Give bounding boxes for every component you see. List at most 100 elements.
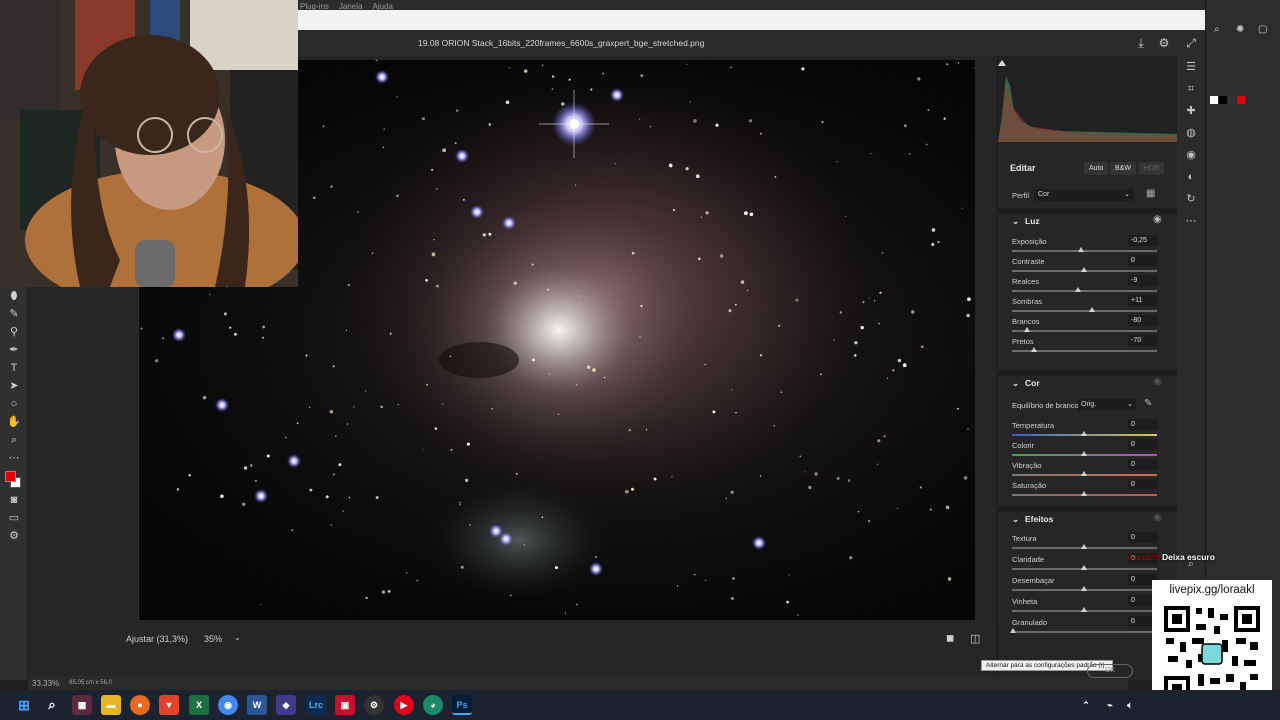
eye-icon[interactable]: ◉ [1153,214,1162,225]
profile-browser-icon[interactable]: ▦ [1146,188,1155,199]
photoshop-icon[interactable]: Ps [452,695,472,715]
word-icon[interactable]: W [247,695,267,715]
brush-tool-icon[interactable]: ✎ [0,305,28,323]
toggle-defaults-icon[interactable]: ◫ [970,632,980,645]
swatch-white[interactable] [1210,96,1218,104]
excel-icon[interactable]: X [189,695,209,715]
slider-thumb[interactable] [1081,491,1087,496]
fullscreen-icon[interactable]: ⤢ [1184,36,1198,50]
masking-icon[interactable]: ◍ [1177,122,1205,144]
workspace-icon[interactable]: ▢ [1258,24,1267,35]
more-tools-icon[interactable]: ⋯ [0,449,28,467]
slider-value-input[interactable]: 0 [1128,419,1158,430]
slider-value-input[interactable]: 0 [1128,479,1158,490]
auto-button[interactable]: Auto [1084,162,1109,175]
app-icon-2[interactable]: ◆ [276,695,296,715]
slider-value-input[interactable]: 0 [1128,459,1158,470]
crop-icon[interactable]: ⌗ [1177,78,1205,100]
zoom-tool-icon[interactable]: ⌕ [0,431,28,449]
lightroom-classic-icon[interactable]: Lrc [306,695,326,715]
slider-track[interactable] [1012,631,1157,633]
app-icon-4[interactable]: ⚙ [364,695,384,715]
volume-icon[interactable]: 🔈︎ [1120,695,1140,715]
light-section-title[interactable]: Luz [1025,216,1040,226]
presets-icon[interactable]: ◐ [1177,166,1205,188]
app-icon-6[interactable]: ◕ [423,695,443,715]
slider-thumb[interactable] [1081,451,1087,456]
bw-button[interactable]: B&W [1110,162,1136,175]
eye-icon[interactable]: ◉ [1153,512,1162,523]
swatch-black[interactable] [1219,96,1227,104]
save-image-icon[interactable]: ⤓ [1134,36,1148,50]
slider-thumb[interactable] [1031,347,1037,352]
slider-thumb[interactable] [1075,287,1081,292]
pen-tool-icon[interactable]: ✒ [0,341,28,359]
color-swatches[interactable] [0,467,28,491]
firefox-icon[interactable]: ● [130,695,150,715]
app-icon[interactable]: ▦ [72,695,92,715]
file-explorer-icon[interactable]: ▬ [101,695,121,715]
hdr-button[interactable]: HDR [1139,162,1165,175]
slider-value-input[interactable]: -80 [1128,315,1158,326]
slider-track[interactable] [1012,310,1157,312]
color-section-toggle[interactable]: ⌄ [1012,378,1019,389]
profile-select[interactable]: Cor ⌄ [1034,189,1134,201]
shadow-clip-icon[interactable] [998,60,1006,66]
eyedropper-icon[interactable]: ✎ [1144,398,1152,409]
ok-button[interactable]: OK [1087,664,1133,678]
slider-value-input[interactable]: -9 [1128,275,1158,286]
effects-section-title[interactable]: Efeitos [1025,514,1053,524]
slider-value-input[interactable]: -70 [1128,335,1158,346]
chevron-down-icon[interactable]: ⌄ [234,633,241,642]
slider-track[interactable] [1012,250,1157,252]
zoom-value[interactable]: 35% [204,634,222,644]
slider-thumb[interactable] [1078,247,1084,252]
slider-value-input[interactable]: 0 [1128,532,1158,543]
red-eye-icon[interactable]: ◉ [1177,144,1205,166]
foreground-color-swatch[interactable] [5,471,16,482]
slider-value-input[interactable]: +11 [1128,295,1158,306]
more-icon[interactable]: ⋯ [1177,210,1205,232]
slider-thumb[interactable] [1081,267,1087,272]
slider-track[interactable] [1012,330,1157,332]
tray-chevron-icon[interactable]: ⌃ [1076,695,1096,715]
hand-tool-icon[interactable]: ✋ [0,413,28,431]
settings-gear-icon[interactable]: ⚙ [1157,36,1171,50]
slider-track[interactable] [1012,290,1157,292]
brave-icon[interactable]: ▼ [159,695,179,715]
slider-thumb[interactable] [1081,471,1087,476]
white-balance-select[interactable]: Orig. ⌄ [1078,399,1136,411]
slider-thumb[interactable] [1081,431,1087,436]
quick-mask-icon[interactable]: ◙ [0,491,28,509]
swatch-gray[interactable] [1228,96,1236,104]
path-select-tool-icon[interactable]: ➤ [0,377,28,395]
slider-thumb[interactable] [1010,628,1016,633]
fit-zoom-label[interactable]: Ajustar (31,3%) [126,634,188,644]
lightbulb-icon[interactable]: ✺ [1236,24,1244,35]
eyedropper-tool-icon[interactable]: ⬮ [0,287,28,305]
search-icon[interactable]: ⌕ [1214,24,1220,35]
slider-thumb[interactable] [1081,544,1087,549]
screen-mode-icon[interactable]: ▭ [0,509,28,527]
edit-sliders-icon[interactable]: ☰ [1177,56,1205,78]
app-icon-5[interactable]: ▶ [394,695,414,715]
ellipse-tool-icon[interactable]: ○ [0,395,28,413]
network-icon[interactable]: ⌁ [1100,695,1120,715]
chrome-icon[interactable]: ◉ [218,695,238,715]
stamp-tool-icon[interactable]: ⚲ [0,323,28,341]
generate-icon[interactable]: ⚙ [0,527,28,545]
eye-icon[interactable]: ◉ [1153,376,1162,387]
slider-thumb[interactable] [1081,586,1087,591]
slider-thumb[interactable] [1089,307,1095,312]
slider-value-input[interactable]: -0,25 [1128,235,1158,246]
swatch-red[interactable] [1237,96,1245,104]
slider-value-input[interactable]: 0 [1128,439,1158,450]
heal-icon[interactable]: ✚ [1177,100,1205,122]
windows-start-icon[interactable]: ⊞ [14,695,34,715]
slider-thumb[interactable] [1081,565,1087,570]
effects-section-toggle[interactable]: ⌄ [1012,514,1019,525]
slider-thumb[interactable] [1081,607,1087,612]
light-section-toggle[interactable]: ⌄ [1012,216,1019,227]
snapshots-icon[interactable]: ↻ [1177,188,1205,210]
slider-thumb[interactable] [1024,327,1030,332]
